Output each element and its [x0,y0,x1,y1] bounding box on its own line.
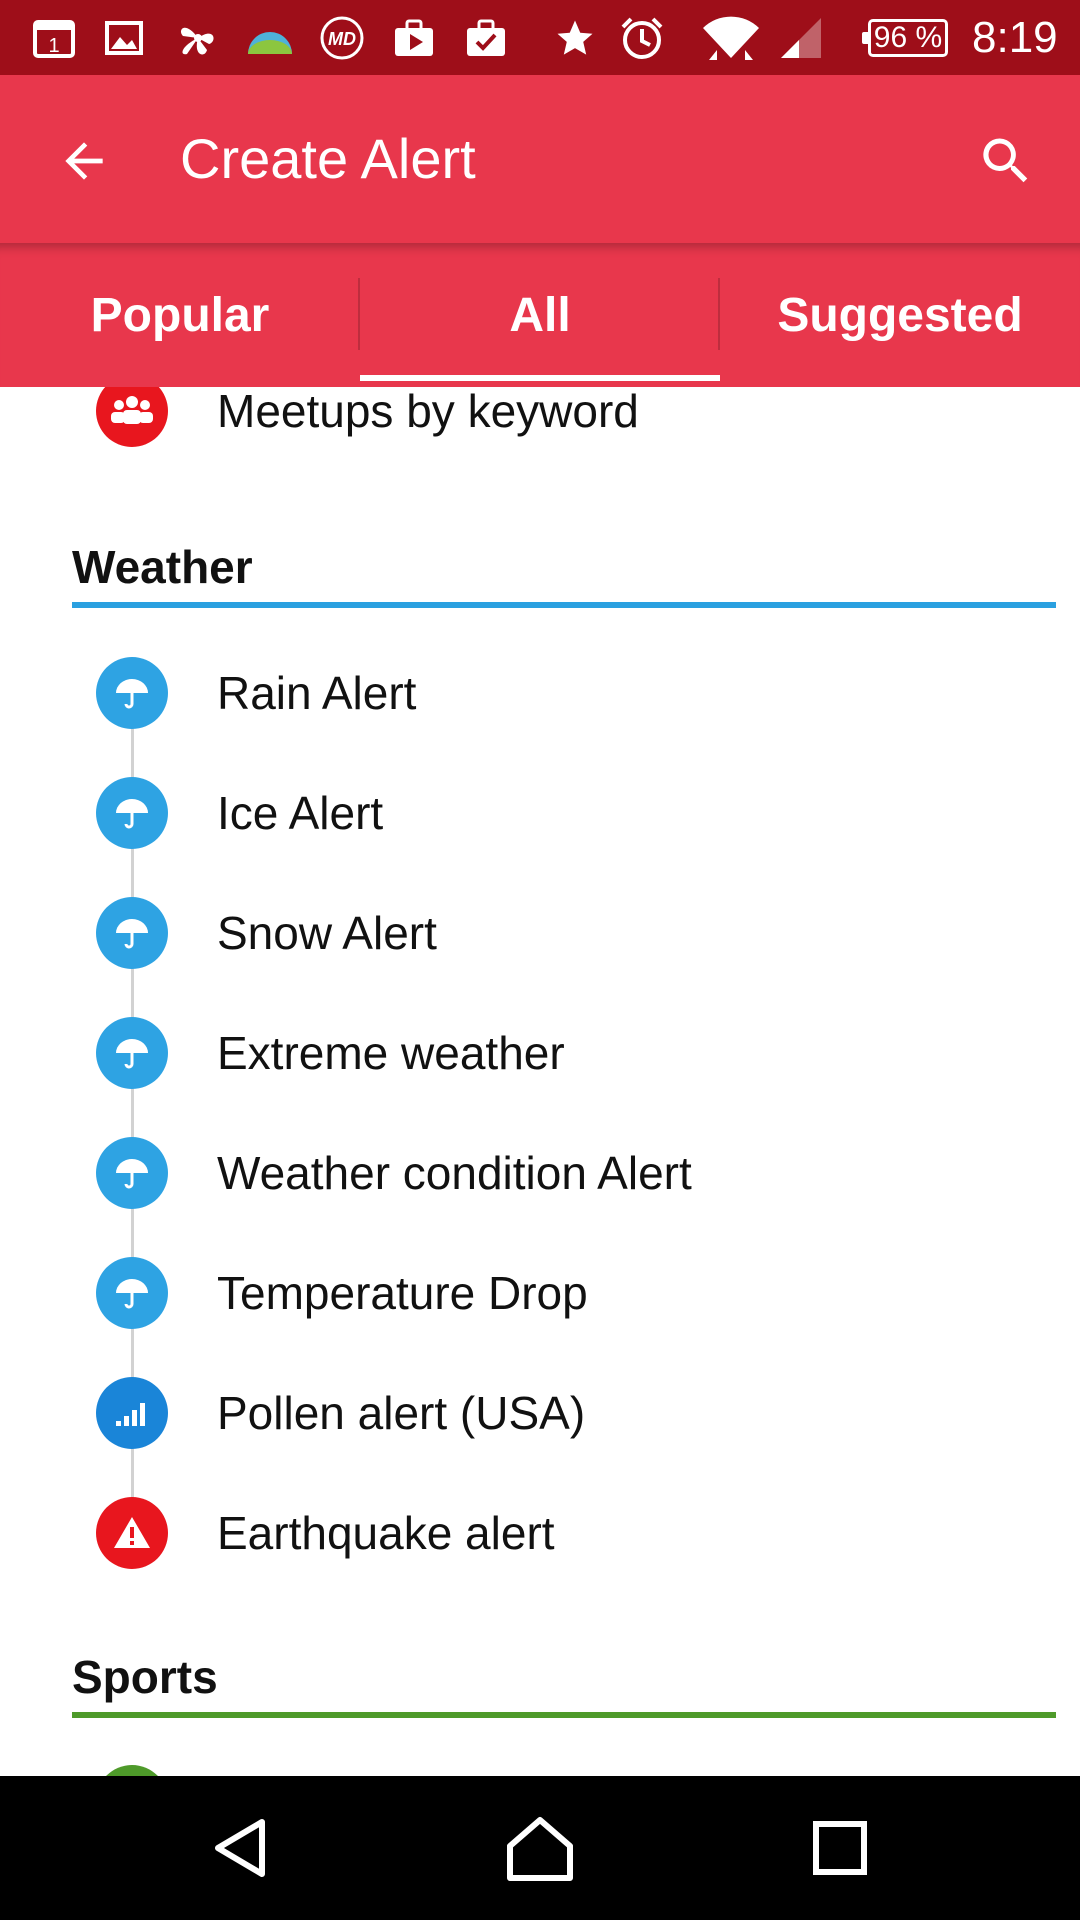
signal-bars-icon [96,1377,168,1449]
pinwheel-icon [174,14,222,62]
back-nav-icon[interactable] [204,1812,276,1884]
tab-popular[interactable]: Popular [0,243,360,387]
umbrella-icon [96,1137,168,1209]
play-store-icon [392,14,436,62]
list-item-temperature-drop[interactable]: Temperature Drop [0,1233,1080,1353]
svg-text:MD: MD [328,29,356,49]
recents-nav-icon[interactable] [804,1812,876,1884]
alarm-icon [618,14,666,62]
list-item-pollen-alert[interactable]: Pollen alert (USA) [0,1353,1080,1473]
list-item-weather-condition-alert[interactable]: Weather condition Alert [0,1113,1080,1233]
svg-text:1: 1 [48,35,59,57]
umbrella-icon [96,657,168,729]
tab-suggested[interactable]: Suggested [720,243,1080,387]
alert-list: Meetups by keyword Weather Rain Alert Ic… [0,387,1080,1776]
umbrella-icon [96,1257,168,1329]
list-item-label: Weather condition Alert [217,1147,692,1199]
list-item-label: Earthquake alert [217,1507,555,1559]
calendar-icon: 1 [32,14,76,62]
navigation-bar [0,1776,1080,1920]
search-icon[interactable] [976,131,1036,191]
list-item-label: Pollen alert (USA) [217,1387,586,1439]
tab-all[interactable]: All [360,243,720,387]
globe-app-icon [244,14,296,62]
wifi-icon [700,14,762,62]
list-item-label: Extreme weather [217,1027,565,1079]
sports-badge-icon [96,1765,168,1776]
list-item-meetups[interactable]: Meetups by keyword [0,387,1080,471]
section-title-weather: Weather [72,541,253,593]
list-item-rain-alert[interactable]: Rain Alert [0,633,1080,753]
task-bag-icon [464,14,508,62]
image-icon [104,14,144,62]
group-icon [96,387,168,447]
status-bar: 1 MD 96 % 8:19 [0,0,1080,75]
list-item-ice-alert[interactable]: Ice Alert [0,753,1080,873]
umbrella-icon [96,777,168,849]
list-item-label: Snow Alert [217,907,437,959]
md-app-icon: MD [314,14,370,62]
back-arrow-icon[interactable] [56,133,112,189]
umbrella-icon [96,1017,168,1089]
signal-icon [778,14,824,62]
battery-indicator: 96 % [862,19,948,57]
warning-icon [96,1497,168,1569]
list-item-earthquake-alert[interactable]: Earthquake alert [0,1473,1080,1593]
star-icon [552,14,598,62]
list-item-snow-alert[interactable]: Snow Alert [0,873,1080,993]
umbrella-icon [96,897,168,969]
list-item-label: Ice Alert [217,787,384,839]
section-title-sports: Sports [72,1651,218,1703]
app-bar: Create Alert [0,75,1080,243]
home-nav-icon[interactable] [504,1812,576,1884]
list-item-extreme-weather[interactable]: Extreme weather [0,993,1080,1113]
section-divider-sports [72,1712,1056,1718]
status-clock: 8:19 [972,13,1058,62]
list-item-label: Meetups by keyword [217,387,639,437]
list-item-label: Rain Alert [217,667,417,719]
section-divider-weather [72,602,1056,608]
page-title: Create Alert [180,127,476,190]
tab-bar: Popular All Suggested [0,243,1080,387]
list-item-label: Temperature Drop [217,1267,588,1319]
